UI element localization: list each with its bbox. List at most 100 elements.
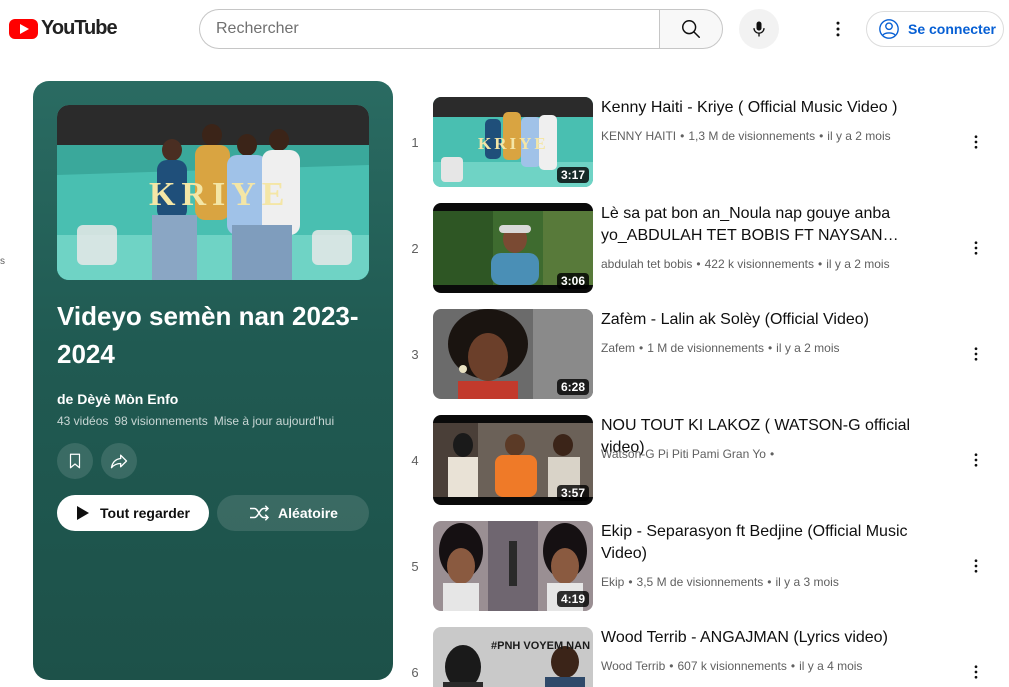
share-icon xyxy=(110,454,128,469)
video-action-menu-button[interactable] xyxy=(964,660,988,684)
playlist-video-row[interactable]: 1 KRIYE 3:17 Kenny Haiti - Kriye ( Offic… xyxy=(400,91,1009,191)
playlist-video-row[interactable]: 5 4:19 Ekip - Separasyon ft Bedjine (Off… xyxy=(400,515,1009,615)
video-index: 3 xyxy=(411,347,419,362)
playlist-thumbnail[interactable]: KRIYE xyxy=(57,105,369,280)
video-index: 4 xyxy=(411,453,419,468)
account-circle-icon xyxy=(879,19,899,39)
video-views: 422 k visionnements xyxy=(704,257,815,271)
masthead: YouTube Se connecter xyxy=(0,0,1009,58)
video-action-menu-button[interactable] xyxy=(964,342,988,366)
video-views: 1 M de visionnements xyxy=(647,341,764,355)
video-action-menu-button[interactable] xyxy=(964,448,988,472)
logo-text: YouTube xyxy=(41,17,118,39)
sign-in-button[interactable]: Se connecter xyxy=(866,11,1004,47)
video-title[interactable]: Lè sa pat bon an_Noula nap gouye anba yo… xyxy=(601,203,951,247)
playlist-view-count: 98 visionnements xyxy=(114,414,208,428)
video-thumbnail-image: #PNH VOYEM NAN xyxy=(433,627,593,687)
clipped-text-fragment: s xyxy=(0,256,5,267)
video-thumbnail[interactable]: 4:19 xyxy=(433,521,593,611)
search-button[interactable] xyxy=(659,9,723,49)
video-action-menu-button[interactable] xyxy=(964,554,988,578)
video-views: 3,5 M de visionnements xyxy=(636,575,764,589)
playlist-stats: 43 vidéos 98 visionnements Mise à jour a… xyxy=(57,414,334,428)
video-title[interactable]: Ekip - Separasyon ft Bedjine (Official M… xyxy=(601,521,951,565)
video-index: 2 xyxy=(411,241,419,256)
thumbnail-overlay-text: KRIYE xyxy=(149,176,290,213)
more-vertical-icon xyxy=(974,559,978,573)
video-metadata: Zafem • 1 M de visionnements • il y a 2 mois xyxy=(601,341,840,355)
more-vertical-icon xyxy=(974,135,978,149)
thumbnail-overlay-text: KRIYE xyxy=(478,134,549,153)
share-playlist-button[interactable] xyxy=(101,443,137,479)
video-thumbnail[interactable]: KRIYE 3:17 xyxy=(433,97,593,187)
youtube-logo[interactable]: YouTube xyxy=(9,17,118,40)
thumbnail-overlay-text: #PNH VOYEM NAN xyxy=(491,640,590,652)
video-channel[interactable]: Zafem xyxy=(601,341,635,355)
playlist-video-row[interactable]: 3 6:28 Zafèm - Lalin ak Solèy (Official … xyxy=(400,303,1009,403)
more-vertical-icon xyxy=(974,453,978,467)
playlist-title: Videyo semèn nan 2023-2024 xyxy=(57,301,359,369)
video-title[interactable]: Kenny Haiti - Kriye ( Official Music Vid… xyxy=(601,97,951,119)
video-duration: 3:57 xyxy=(556,485,589,501)
video-thumbnail[interactable]: #PNH VOYEM NAN xyxy=(433,627,593,687)
video-thumbnail[interactable]: 6:28 xyxy=(433,309,593,399)
sign-in-label: Se connecter xyxy=(908,21,996,37)
shuffle-label: Aléatoire xyxy=(278,505,338,521)
more-vertical-icon xyxy=(974,241,978,255)
video-duration: 3:06 xyxy=(556,273,589,289)
video-action-menu-button[interactable] xyxy=(964,130,988,154)
video-channel[interactable]: Wood Terrib xyxy=(601,659,665,673)
playlist-header-panel: KRIYE Videyo semèn nan 2023-2024 de Dèyè… xyxy=(33,81,393,680)
video-metadata: KENNY HAITI • 1,3 M de visionnements • il y … xyxy=(601,129,891,143)
video-channel[interactable]: abdulah tet bobis xyxy=(601,257,692,271)
video-age: il y a 3 mois xyxy=(775,575,839,589)
playlist-thumbnail-image: KRIYE xyxy=(57,105,369,280)
video-duration: 4:19 xyxy=(556,591,589,607)
playlist-updated: Mise à jour aujourd'hui xyxy=(213,414,335,428)
video-age: il y a 2 mois xyxy=(826,257,890,271)
playlist-video-row[interactable]: 6 #PNH VOYEM NAN Wood Terrib - ANGAJMAN … xyxy=(400,621,1009,687)
playlist-video-row[interactable]: 2 3:06 Lè sa pat bon an_Noula nap gouye … xyxy=(400,197,1009,297)
search-input[interactable] xyxy=(199,9,659,49)
video-age: il y a 2 mois xyxy=(827,129,891,143)
video-duration: 6:28 xyxy=(556,379,589,395)
playlist-owner-link[interactable]: de Dèyè Mòn Enfo xyxy=(57,391,178,407)
search-icon xyxy=(682,20,700,38)
video-thumbnail[interactable]: 3:57 xyxy=(433,415,593,505)
video-age: il y a 4 mois xyxy=(799,659,863,673)
video-thumbnail[interactable]: 3:06 xyxy=(433,203,593,293)
shuffle-icon xyxy=(250,505,270,521)
youtube-play-icon xyxy=(9,18,38,39)
video-channel[interactable]: Ekip xyxy=(601,575,624,589)
video-index: 5 xyxy=(411,559,419,574)
more-vertical-icon xyxy=(836,21,840,37)
video-metadata: Ekip • 3,5 M de visionnements • il y a 3 moi… xyxy=(601,575,839,589)
voice-search-button[interactable] xyxy=(739,9,779,49)
more-vertical-icon xyxy=(974,665,978,679)
video-metadata: abdulah tet bobis • 422 k visionnements • il… xyxy=(601,257,890,271)
save-playlist-button[interactable] xyxy=(57,443,93,479)
video-channel[interactable]: KENNY HAITI xyxy=(601,129,676,143)
playlist-video-count: 43 vidéos xyxy=(57,414,109,428)
video-views: 607 k visionnements xyxy=(677,659,787,673)
search-bar xyxy=(199,9,723,49)
video-metadata: Watson-G Pi Piti Pami Gran Yo • xyxy=(601,447,775,461)
playlist-video-row[interactable]: 4 3:57 NOU TOUT KI LAKOZ ( WATSON-G offi… xyxy=(400,409,1009,509)
video-title[interactable]: Wood Terrib - ANGAJMAN (Lyrics video) xyxy=(601,627,951,649)
bookmark-icon xyxy=(69,453,81,469)
video-duration: 3:17 xyxy=(556,167,589,183)
video-channel[interactable]: Watson-G Pi Piti Pami Gran Yo xyxy=(601,447,766,461)
video-views: 1,3 M de visionnements xyxy=(688,129,816,143)
video-index: 6 xyxy=(411,665,419,680)
video-action-menu-button[interactable] xyxy=(964,236,988,260)
play-icon xyxy=(77,506,89,520)
video-index: 1 xyxy=(411,135,419,150)
microphone-icon xyxy=(753,21,765,37)
settings-menu-button[interactable] xyxy=(822,13,854,45)
video-title[interactable]: Zafèm - Lalin ak Solèy (Official Video) xyxy=(601,309,951,331)
play-all-label: Tout regarder xyxy=(100,505,190,521)
video-age: il y a 2 mois xyxy=(776,341,840,355)
play-all-button[interactable]: Tout regarder xyxy=(57,495,209,531)
shuffle-button[interactable]: Aléatoire xyxy=(217,495,369,531)
video-metadata: Wood Terrib • 607 k visionnements • il y a 4… xyxy=(601,659,863,673)
